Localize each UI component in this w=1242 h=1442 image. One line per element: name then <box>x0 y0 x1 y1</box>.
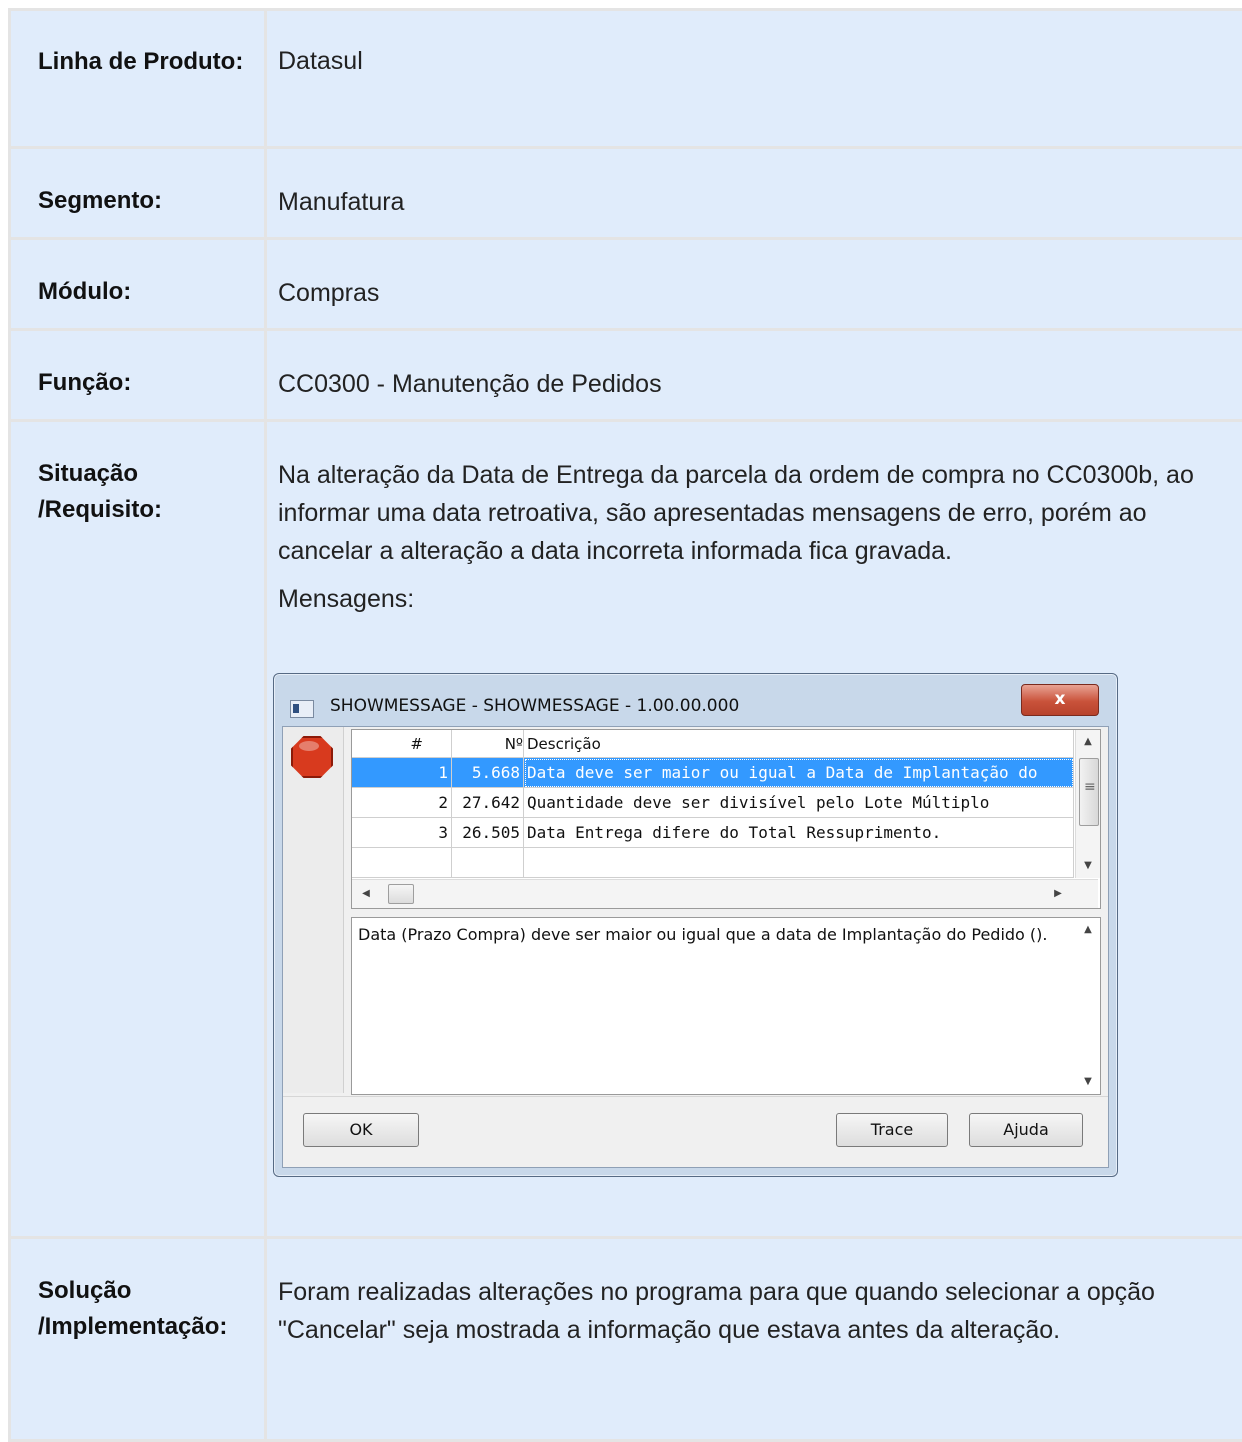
trace-button[interactable]: Trace <box>836 1113 948 1147</box>
column-header-number[interactable]: Nº <box>452 730 524 758</box>
solucao-text: Foram realizadas alterações no programa … <box>278 1273 1229 1349</box>
table-row-empty <box>352 848 1074 878</box>
table-header-row: # Nº Descrição <box>352 730 1074 758</box>
cell-description: Data Entrega difere do Total Ressuprimen… <box>524 818 1074 848</box>
message-grid[interactable]: # Nº Descrição 1 5.668 Data deve ser mai… <box>351 729 1101 909</box>
showmessage-dialog: SHOWMESSAGE - SHOWMESSAGE - 1.00.00.000 … <box>273 673 1118 1177</box>
row-label: Situação /Requisito: <box>10 421 266 1238</box>
cell-number: 5.668 <box>452 758 524 788</box>
cell-description: Data deve ser maior ou igual a Data de I… <box>524 758 1074 788</box>
table-row[interactable]: 1 5.668 Data deve ser maior ou igual a D… <box>352 758 1074 788</box>
app-window-icon <box>290 700 314 718</box>
mensagens-label: Mensagens: <box>278 580 1229 618</box>
row-value: Manufatura <box>266 148 1242 239</box>
row-label: Linha de Produto: <box>10 10 266 148</box>
dialog-button-bar: OK Trace Ajuda <box>283 1096 1108 1167</box>
column-header-description[interactable]: Descrição <box>524 730 1074 758</box>
row-funcao: Função: CC0300 - Manutenção de Pedidos <box>10 330 1242 421</box>
cell-index: 3 <box>352 818 452 848</box>
cell-number: 27.642 <box>452 788 524 818</box>
row-label: Segmento: <box>10 148 266 239</box>
scroll-down-arrow-icon[interactable]: ▼ <box>1076 1072 1100 1092</box>
situacao-text: Na alteração da Data de Entrega da parce… <box>278 456 1229 570</box>
grid-horizontal-scrollbar[interactable]: ◀ ▶ <box>352 879 1098 908</box>
scroll-up-arrow-icon[interactable]: ▲ <box>1076 732 1100 752</box>
row-label: Solução /Implementação: <box>10 1238 266 1441</box>
cell-number: 26.505 <box>452 818 524 848</box>
row-value: Datasul <box>266 10 1242 148</box>
message-table: # Nº Descrição 1 5.668 Data deve ser mai… <box>352 730 1074 878</box>
row-value: Compras <box>266 239 1242 330</box>
stop-icon <box>291 736 333 778</box>
row-value: CC0300 - Manutenção de Pedidos <box>266 330 1242 421</box>
dialog-titlebar[interactable]: SHOWMESSAGE - SHOWMESSAGE - 1.00.00.000 … <box>280 682 1111 716</box>
icon-strip <box>283 727 344 1093</box>
row-solucao: Solução /Implementação: Foram realizadas… <box>10 1238 1242 1441</box>
scroll-right-arrow-icon[interactable]: ▶ <box>1048 884 1068 904</box>
message-detail-text: Data (Prazo Compra) deve ser maior ou ig… <box>358 924 1058 946</box>
row-label: Módulo: <box>10 239 266 330</box>
table-row[interactable]: 3 26.505 Data Entrega difere do Total Re… <box>352 818 1074 848</box>
row-label: Função: <box>10 330 266 421</box>
close-button[interactable]: x <box>1021 684 1099 716</box>
dialog-title: SHOWMESSAGE - SHOWMESSAGE - 1.00.00.000 <box>330 696 739 716</box>
detail-vertical-scrollbar[interactable]: ▲ ▼ <box>1076 918 1100 1094</box>
scroll-down-arrow-icon[interactable]: ▼ <box>1076 856 1100 876</box>
scroll-thumb[interactable] <box>1079 758 1099 826</box>
cell-index: 1 <box>352 758 452 788</box>
dialog-client-area: # Nº Descrição 1 5.668 Data deve ser mai… <box>282 726 1109 1168</box>
row-value: Foram realizadas alterações no programa … <box>266 1238 1242 1441</box>
scroll-left-arrow-icon[interactable]: ◀ <box>356 884 376 904</box>
row-segmento: Segmento: Manufatura <box>10 148 1242 239</box>
cell-description: Quantidade deve ser divisível pelo Lote … <box>524 788 1074 818</box>
scroll-up-arrow-icon[interactable]: ▲ <box>1076 920 1100 940</box>
cell-index: 2 <box>352 788 452 818</box>
row-linha-produto: Linha de Produto: Datasul <box>10 10 1242 148</box>
scroll-thumb[interactable] <box>388 884 414 904</box>
row-modulo: Módulo: Compras <box>10 239 1242 330</box>
message-detail-box[interactable]: Data (Prazo Compra) deve ser maior ou ig… <box>351 917 1101 1095</box>
column-header-index[interactable]: # <box>352 730 452 758</box>
help-button[interactable]: Ajuda <box>969 1113 1083 1147</box>
table-row[interactable]: 2 27.642 Quantidade deve ser divisível p… <box>352 788 1074 818</box>
ok-button[interactable]: OK <box>303 1113 419 1147</box>
grid-vertical-scrollbar[interactable]: ▲ ▼ <box>1075 730 1100 878</box>
